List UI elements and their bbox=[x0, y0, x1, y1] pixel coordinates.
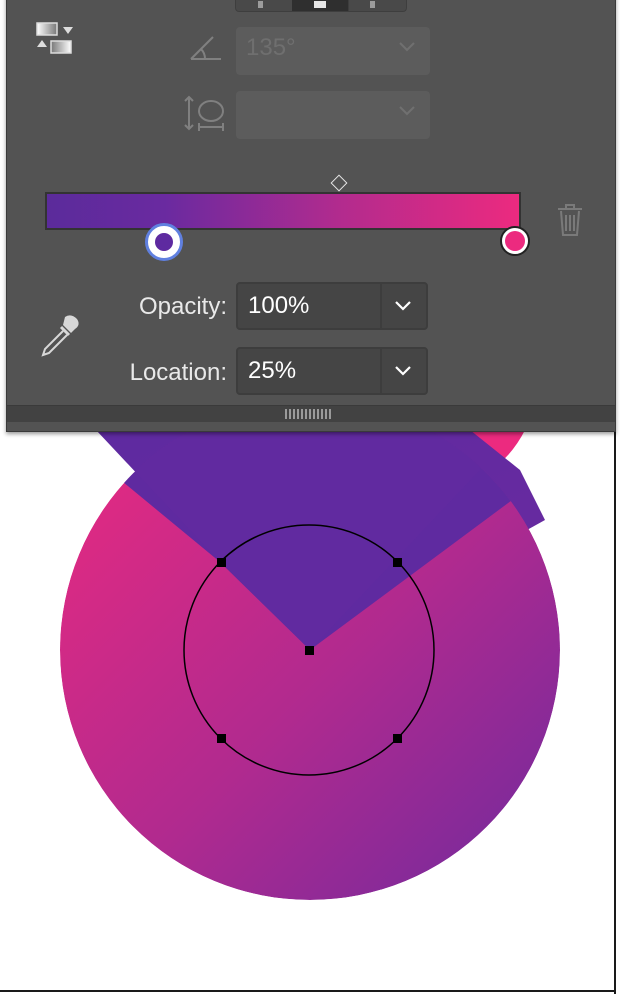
opacity-label: Opacity: bbox=[138, 293, 227, 320]
gradient-type-freeform-button[interactable] bbox=[348, 0, 404, 11]
chevron-down-icon bbox=[399, 106, 415, 116]
angle-field: 135° bbox=[236, 27, 430, 75]
handle-top-left[interactable] bbox=[217, 558, 226, 567]
handle-bottom-left[interactable] bbox=[217, 734, 226, 743]
gradient-type-segmented-control[interactable] bbox=[235, 0, 407, 12]
reverse-gradient-icon[interactable] bbox=[33, 21, 77, 61]
gradient-type-radial-button[interactable] bbox=[292, 0, 349, 11]
chevron-down-icon bbox=[399, 42, 415, 52]
artboard-edge-bottom bbox=[0, 990, 616, 992]
location-label: Location: bbox=[129, 359, 227, 386]
location-value[interactable]: 25% bbox=[248, 357, 296, 385]
gradient-slider-bar[interactable] bbox=[45, 192, 521, 230]
angle-value: 135° bbox=[246, 34, 296, 61]
gradient-disk bbox=[60, 400, 560, 900]
chevron-down-icon bbox=[395, 366, 411, 376]
opacity-field[interactable]: 100% bbox=[236, 282, 428, 330]
location-field[interactable]: 25% bbox=[236, 347, 428, 395]
aspect-ratio-field bbox=[236, 91, 430, 139]
resize-grip-icon[interactable] bbox=[285, 409, 333, 419]
opacity-dropdown-button[interactable] bbox=[380, 284, 426, 328]
location-dropdown-button[interactable] bbox=[380, 349, 426, 393]
gradient-type-linear-button[interactable] bbox=[236, 0, 293, 11]
gradient-stop-selected[interactable] bbox=[145, 223, 183, 261]
gradient-panel: 135° Opacity: 100% Location: 25% bbox=[6, 0, 616, 432]
gradient-stop-end[interactable] bbox=[500, 226, 530, 256]
opacity-value[interactable]: 100% bbox=[248, 292, 309, 320]
gradient-center-handle[interactable] bbox=[305, 646, 314, 655]
trash-icon[interactable] bbox=[555, 203, 585, 237]
handle-top-right[interactable] bbox=[393, 558, 402, 567]
chevron-down-icon bbox=[395, 301, 411, 311]
angle-icon bbox=[190, 36, 221, 60]
gradient-midpoint-diamond[interactable] bbox=[330, 174, 348, 192]
handle-bottom-right[interactable] bbox=[393, 734, 402, 743]
aspect-ratio-icon bbox=[184, 95, 224, 131]
panel-resize-strip[interactable] bbox=[7, 405, 615, 422]
